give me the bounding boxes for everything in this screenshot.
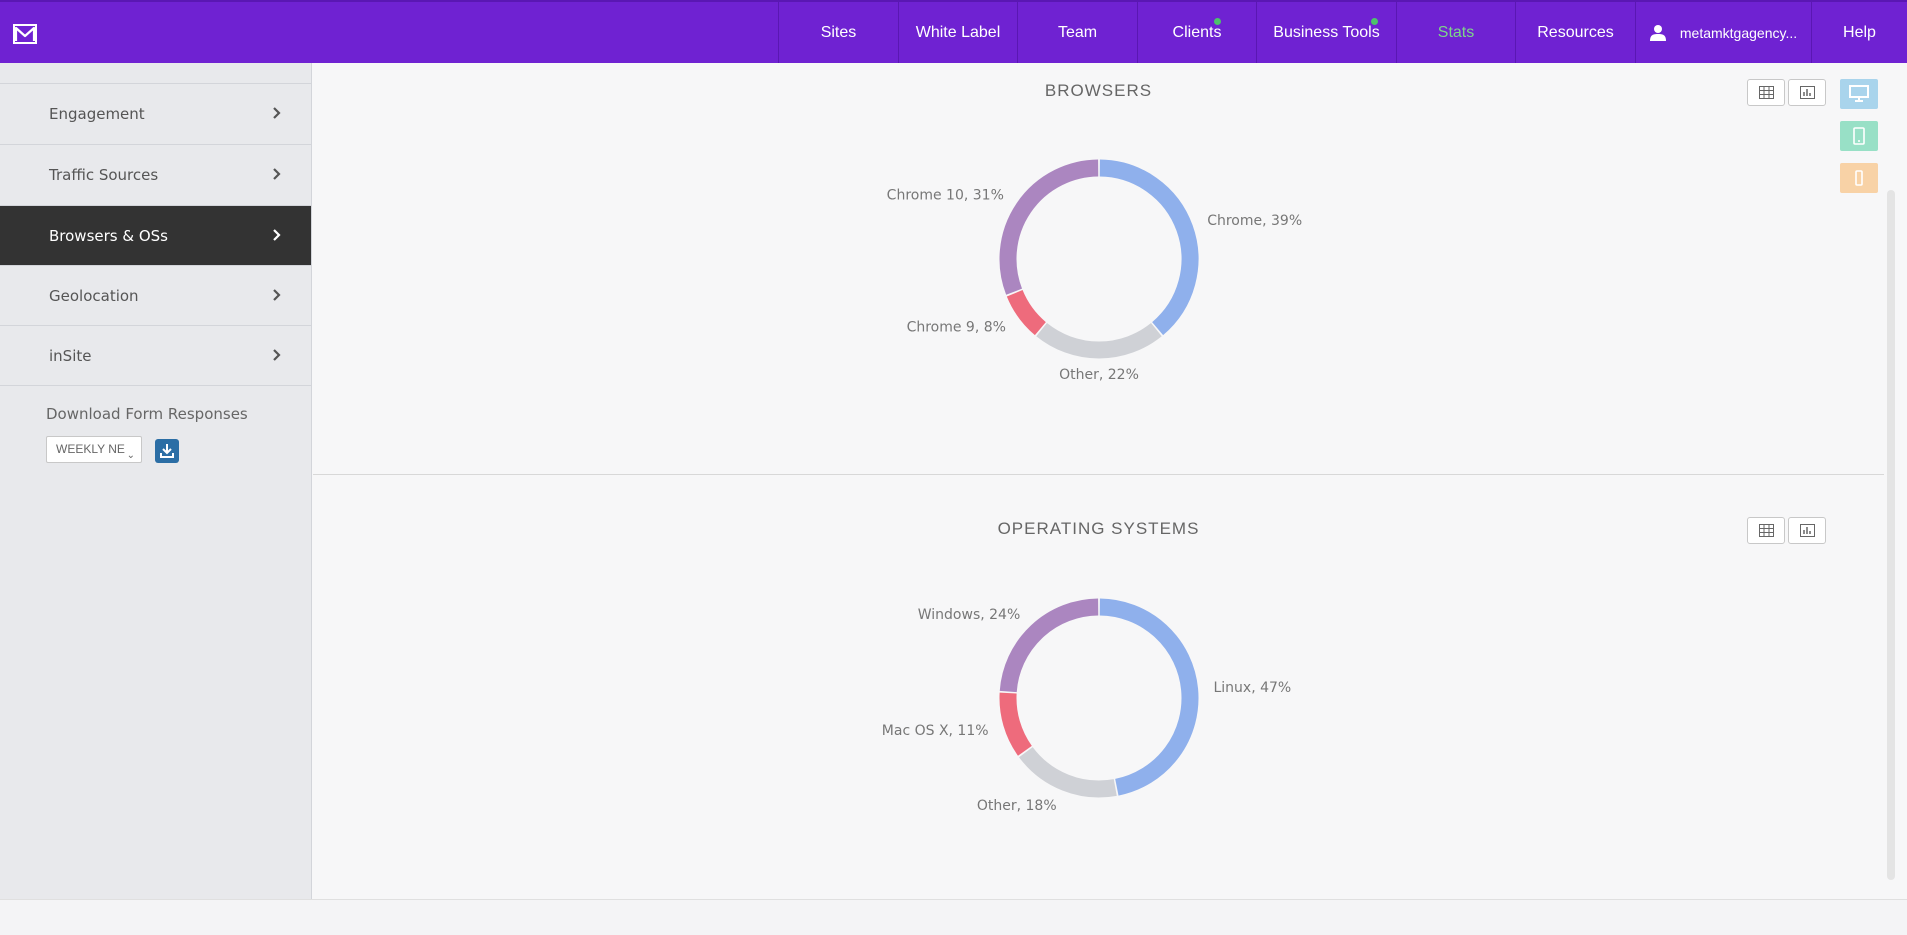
slice-linux[interactable] (1099, 598, 1199, 796)
nav-clients-label: Clients (1172, 23, 1222, 41)
sidebar-item-label: Geolocation (49, 286, 139, 305)
nav-sites[interactable]: Sites (778, 2, 898, 63)
sidebar-item-traffic-sources[interactable]: Traffic Sources (0, 144, 311, 204)
sidebar-item-label: inSite (49, 346, 92, 365)
slice-label-other: Other, 18% (977, 798, 1057, 814)
business-tools-notification-dot (1371, 18, 1378, 25)
chevron-right-icon (273, 107, 281, 119)
form-select[interactable]: WEEKLY NE ⌄ (46, 436, 142, 463)
main-nav: Sites White Label Team Clients Business … (778, 2, 1907, 63)
user-icon (1649, 25, 1666, 41)
scrollbar[interactable] (1887, 190, 1895, 880)
logo-icon[interactable] (12, 21, 38, 47)
download-icon (160, 444, 174, 458)
operating-systems-donut-svg: Linux, 47% Other, 18% Mac OS X, 11% Windows… (882, 598, 1291, 814)
sidebar-item-insite[interactable]: inSite (0, 325, 311, 386)
slice-other[interactable] (1019, 746, 1117, 798)
nav-user-menu[interactable]: metamktgagency... (1635, 2, 1811, 63)
clients-notification-dot (1214, 18, 1221, 25)
chevron-right-icon (273, 229, 281, 241)
slice-chrome[interactable] (1099, 159, 1199, 336)
nav-stats[interactable]: Stats (1396, 2, 1515, 63)
sidebar-item-label: Browsers & OSs (49, 226, 168, 245)
chevron-right-icon (273, 349, 281, 361)
operating-systems-panel: OPERATING SYSTEMS Linux, 47% Other, 18% Ma… (313, 476, 1884, 899)
user-name: metamktgagency... (1679, 24, 1798, 41)
slice-label-windows: Windows, 24% (918, 607, 1021, 623)
slice-label-other: Other, 22% (1059, 367, 1139, 383)
slice-chrome-9[interactable] (1006, 289, 1047, 336)
sidebar-item-label: Engagement (49, 104, 145, 123)
slice-windows[interactable] (999, 598, 1099, 693)
form-select-value: WEEKLY NE (56, 442, 125, 456)
slice-label-linux: Linux, 47% (1213, 680, 1291, 696)
chevron-right-icon (273, 168, 281, 180)
nav-white-label[interactable]: White Label (898, 2, 1017, 63)
browsers-panel: BROWSERS Chrome, 39% Other, 22% Chrome 9, … (313, 63, 1884, 475)
slice-label-mac-os-x: Mac OS X, 11% (882, 723, 989, 739)
sidebar-item-geolocation[interactable]: Geolocation (0, 265, 311, 325)
nav-business-tools-label: Business Tools (1273, 23, 1380, 41)
slice-label-chrome-10: Chrome 10, 31% (887, 187, 1004, 203)
slice-other[interactable] (1036, 322, 1162, 359)
download-button[interactable] (155, 439, 179, 463)
sidebar-item-label: Traffic Sources (49, 165, 159, 184)
sidebar-item-browsers-oss[interactable]: Browsers & OSs (0, 205, 311, 265)
footer (0, 899, 1907, 935)
top-navbar: Sites White Label Team Clients Business … (0, 0, 1907, 63)
sidebar: Engagement Traffic Sources Browsers & OS… (0, 63, 312, 899)
slice-label-chrome-9: Chrome 9, 8% (907, 320, 1006, 336)
nav-resources[interactable]: Resources (1515, 2, 1635, 63)
chevron-down-icon: ⌄ (126, 450, 135, 461)
nav-business-tools[interactable]: Business Tools (1256, 2, 1396, 63)
slice-mac-os-x[interactable] (999, 692, 1032, 756)
browsers-donut-svg: Chrome, 39% Other, 22% Chrome 9, 8% Chrome … (887, 159, 1302, 383)
nav-clients[interactable]: Clients (1137, 2, 1256, 63)
chevron-right-icon (273, 289, 281, 301)
nav-team[interactable]: Team (1017, 2, 1137, 63)
nav-help[interactable]: Help (1811, 2, 1907, 63)
sidebar-item-engagement[interactable]: Engagement (0, 83, 311, 143)
download-form-responses-label: Download Form Responses (46, 405, 248, 423)
slice-chrome-10[interactable] (999, 159, 1099, 295)
slice-label-chrome: Chrome, 39% (1207, 213, 1302, 229)
